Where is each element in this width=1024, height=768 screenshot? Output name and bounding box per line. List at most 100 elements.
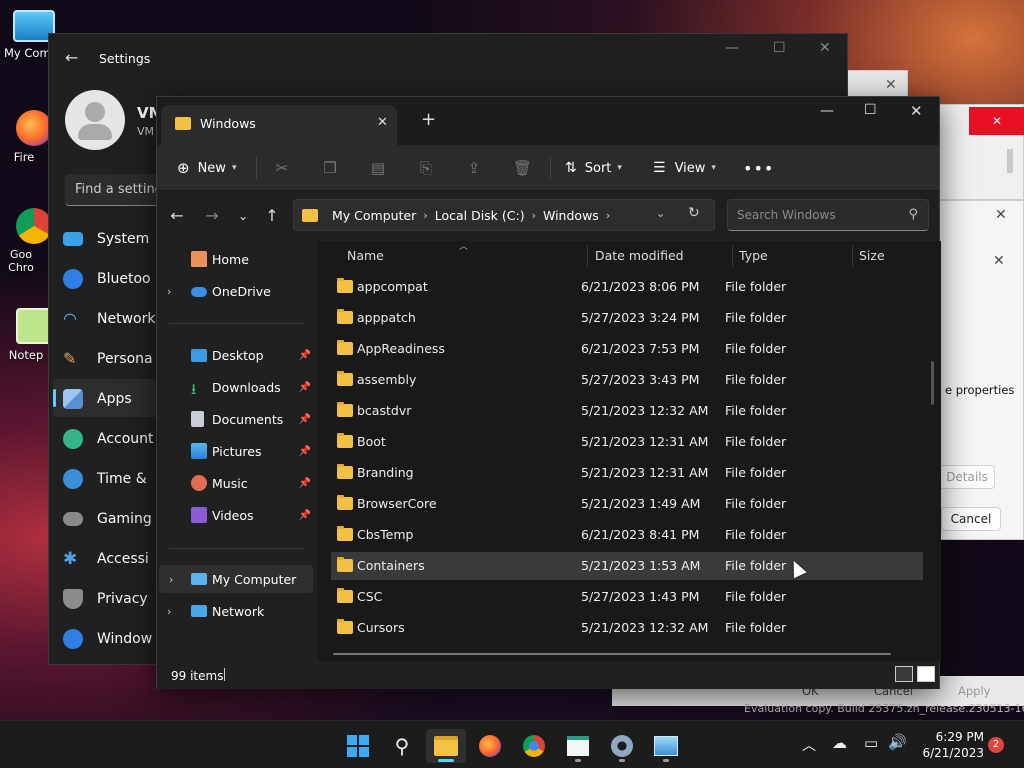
chevron-down-icon[interactable]: ⌄ [656, 207, 665, 220]
nav-item-home[interactable]: Home [157, 245, 317, 273]
nav-item-music[interactable]: Music 📌 [157, 469, 317, 497]
maximize-icon[interactable]: ☐ [864, 102, 877, 118]
vertical-scrollbar[interactable] [931, 361, 934, 405]
close-icon[interactable]: ✕ [910, 102, 923, 120]
file-row[interactable]: CSC 5/27/2023 1:43 PM File folder [331, 583, 923, 611]
taskbar-settings[interactable] [602, 729, 642, 763]
breadcrumb-item[interactable]: Local Disk (C:) [435, 208, 525, 223]
share-icon[interactable]: ⇪ [465, 159, 483, 177]
nav-item-videos[interactable]: Videos 📌 [157, 501, 317, 529]
nav-item-pictures[interactable]: Pictures 📌 [157, 437, 317, 465]
column-header-type[interactable]: Type [739, 241, 768, 271]
start-button[interactable] [338, 729, 378, 763]
breadcrumb-item[interactable]: Windows [543, 208, 599, 223]
pin-icon[interactable]: 📌 [299, 414, 311, 425]
file-row[interactable]: bcastdvr 5/21/2023 12:32 AM File folder [331, 397, 923, 425]
file-row[interactable]: assembly 5/27/2023 3:43 PM File folder [331, 366, 923, 394]
cut-icon[interactable]: ✂ [273, 159, 291, 177]
chevron-right-icon[interactable]: › [167, 285, 171, 298]
bg-properties-dialog: ✕ ✕ e properties Details Cancel [938, 200, 1024, 540]
taskbar-notepad[interactable] [558, 729, 598, 763]
close-icon[interactable]: ✕ [969, 107, 1024, 135]
horizontal-scrollbar[interactable] [333, 653, 891, 655]
tiles-view-icon[interactable] [917, 666, 935, 682]
notification-badge[interactable]: 2 [988, 737, 1004, 753]
minimize-icon[interactable]: — [725, 40, 739, 56]
refresh-icon[interactable]: ↻ [688, 205, 700, 221]
nav-label: Home [212, 251, 249, 267]
file-row[interactable]: Branding 5/21/2023 12:31 AM File folder [331, 459, 923, 487]
close-icon[interactable]: ✕ [885, 77, 897, 93]
nav-item-network[interactable]: › Network [157, 597, 317, 625]
paste-icon[interactable]: ▤ [369, 159, 387, 177]
nav-item-downloads[interactable]: ⭳ Downloads 📌 [157, 373, 317, 401]
settings-search-input[interactable]: Find a setting [65, 174, 159, 206]
nav-item-onedrive[interactable]: › OneDrive [157, 277, 317, 305]
search-button[interactable]: ⚲ [382, 729, 422, 763]
maximize-icon[interactable]: ☐ [773, 40, 786, 56]
file-row[interactable]: AppReadiness 6/21/2023 7:53 PM File folder [331, 335, 923, 363]
file-row[interactable]: appcompat 6/21/2023 8:06 PM File folder [331, 273, 923, 301]
scrollbar[interactable] [1007, 149, 1013, 173]
details-view-icon[interactable] [895, 666, 913, 682]
column-header-date[interactable]: Date modified [595, 241, 684, 271]
cloud-offline-icon[interactable]: ☁ [832, 734, 847, 752]
column-header-size[interactable]: Size [859, 241, 885, 271]
properties-text: e properties [945, 383, 1015, 397]
nav-item-documents[interactable]: Documents 📌 [157, 405, 317, 433]
file-row[interactable]: Cursors 5/21/2023 12:32 AM File folder [331, 614, 923, 642]
chevron-right-icon[interactable]: › [167, 605, 171, 618]
recent-chevron-icon[interactable]: ⌄ [233, 207, 253, 225]
volume-icon[interactable]: 🔊 [888, 733, 907, 751]
file-row[interactable]: Containers 5/21/2023 1:53 AM File folder [331, 552, 923, 580]
pin-icon[interactable]: 📌 [299, 510, 311, 521]
delete-icon[interactable]: 🗑 [513, 159, 532, 177]
apply-button[interactable]: Apply [958, 684, 990, 698]
pin-icon[interactable]: 📌 [299, 382, 311, 393]
back-arrow-icon[interactable]: ← [167, 207, 187, 225]
chevron-right-icon[interactable]: › [169, 573, 173, 586]
nav-item-desktop[interactable]: Desktop 📌 [157, 341, 317, 369]
forward-arrow-icon[interactable]: → [202, 207, 222, 225]
file-row[interactable]: Boot 5/21/2023 12:31 AM File folder [331, 428, 923, 456]
taskbar-file-explorer[interactable] [426, 729, 466, 763]
taskbar-control-panel[interactable] [646, 729, 686, 763]
close-tab-icon[interactable]: ✕ [377, 115, 388, 130]
back-arrow-icon[interactable]: ← [65, 48, 78, 67]
close-icon[interactable]: ✕ [995, 207, 1007, 223]
column-header-name[interactable]: Name [347, 241, 384, 271]
taskbar-firefox[interactable] [470, 729, 510, 763]
more-options-icon[interactable]: ••• [743, 155, 774, 181]
breadcrumb-item[interactable]: My Computer [332, 208, 416, 223]
rename-icon[interactable]: ⎘ [417, 159, 435, 177]
file-row[interactable]: apppatch 5/27/2023 3:24 PM File folder [331, 304, 923, 332]
pin-icon[interactable]: 📌 [299, 478, 311, 489]
new-button[interactable]: ⊕ New ▾ [177, 155, 236, 181]
tab-windows[interactable]: Windows ✕ [161, 105, 397, 145]
details-button[interactable]: Details [939, 465, 995, 489]
network-icon[interactable]: ▭ [864, 734, 878, 752]
close-icon[interactable]: ✕ [819, 40, 831, 56]
sort-button[interactable]: ⇅ Sort ▾ [565, 155, 622, 181]
breadcrumb[interactable]: My Computer › Local Disk (C:) › Windows … [293, 199, 715, 231]
new-tab-icon[interactable]: + [421, 109, 436, 130]
file-row[interactable]: CbsTemp 6/21/2023 8:41 PM File folder [331, 521, 923, 549]
pin-icon[interactable]: 📌 [299, 350, 311, 361]
clock[interactable]: 6:29 PM 6/21/2023 [912, 729, 984, 761]
view-button[interactable]: ☰ View ▾ [653, 155, 716, 181]
column-divider[interactable] [732, 245, 733, 267]
column-divider[interactable] [587, 245, 588, 267]
chevron-up-icon[interactable]: ︿ [802, 735, 816, 755]
copy-icon[interactable]: ❐ [321, 159, 339, 177]
column-divider[interactable] [852, 245, 853, 267]
pin-icon[interactable]: 📌 [299, 446, 311, 457]
search-input[interactable]: Search Windows ⚲ [727, 199, 929, 231]
taskbar-chrome[interactable] [514, 729, 554, 763]
up-arrow-icon[interactable]: ↑ [262, 207, 282, 225]
minimize-icon[interactable]: — [820, 103, 834, 119]
cancel-button[interactable]: Cancel [941, 507, 1001, 531]
nav-item-mycomputer[interactable]: › My Computer [159, 565, 313, 593]
file-row[interactable]: BrowserCore 5/21/2023 1:49 AM File folder [331, 490, 923, 518]
computer-icon [191, 573, 207, 585]
close-icon[interactable]: ✕ [993, 253, 1005, 269]
